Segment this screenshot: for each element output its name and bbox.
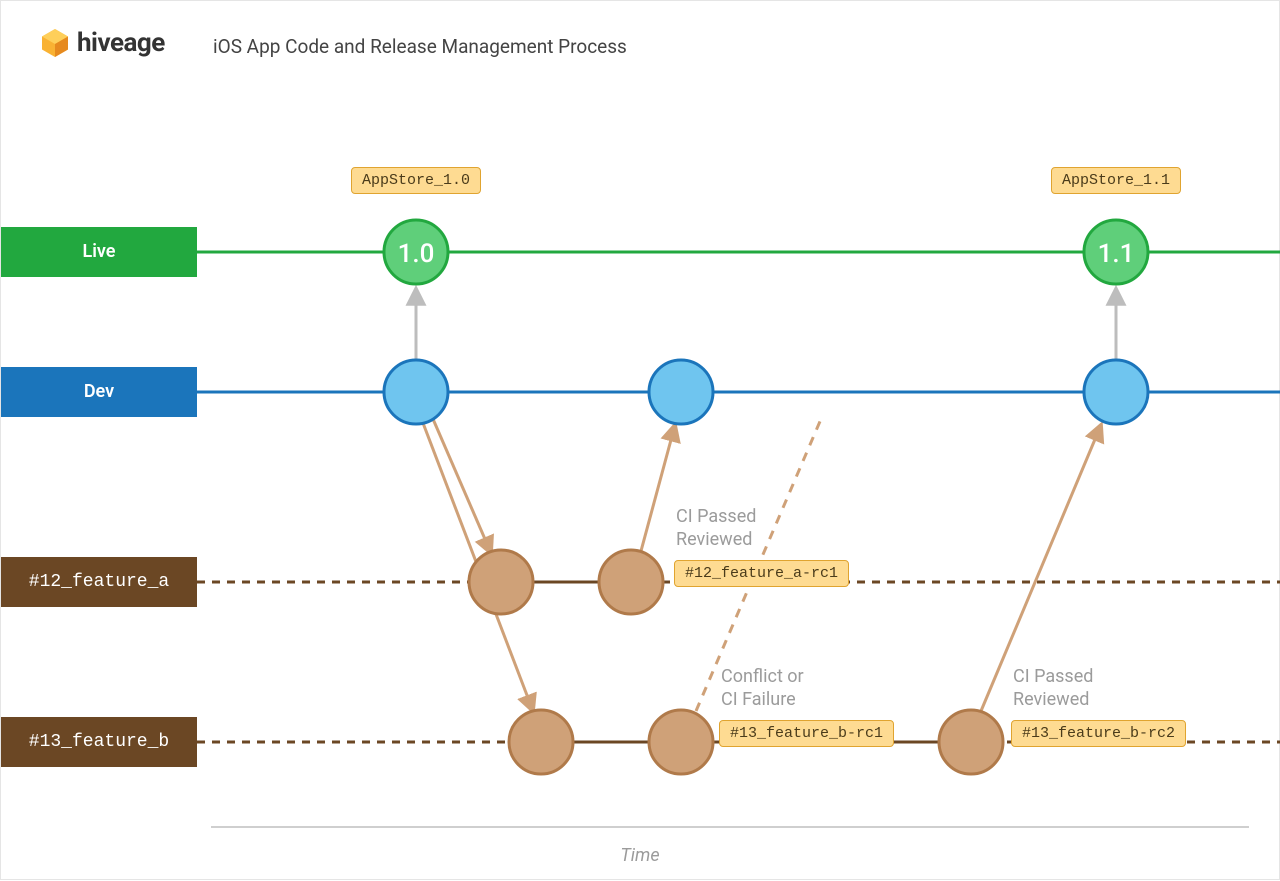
release-node-1-1: 1.1 — [1084, 220, 1148, 284]
tag-feature-b-rc1: #13_feature_b-rc1 — [719, 720, 894, 747]
status-ci-passed-b: CI Passed Reviewed — [1013, 666, 1093, 711]
tag-appstore-10: AppStore_1.0 — [351, 167, 481, 194]
tag-feature-b-rc2: #13_feature_b-rc2 — [1011, 720, 1186, 747]
dev-commit-1 — [384, 360, 448, 424]
lane-label-dev: Dev — [1, 367, 197, 417]
diagram-title: iOS App Code and Release Management Proc… — [213, 35, 627, 58]
feature-a-commit-1 — [469, 550, 533, 614]
svg-text:1.1: 1.1 — [1098, 239, 1135, 269]
brand-name: hiveage — [77, 28, 165, 58]
feature-b-commit-1 — [509, 710, 573, 774]
status-ci-passed-a: CI Passed Reviewed — [676, 506, 756, 551]
tag-feature-a-rc1: #12_feature_a-rc1 — [674, 560, 849, 587]
lane-label-feature-a: #12_feature_a — [1, 557, 197, 607]
brand-logo: hiveage — [39, 27, 165, 59]
feature-b-commit-2 — [649, 710, 713, 774]
svg-text:1.0: 1.0 — [398, 239, 435, 269]
release-node-1-0: 1.0 — [384, 220, 448, 284]
diagram-canvas: hiveage iOS App Code and Release Managem… — [0, 0, 1280, 880]
lane-label-live: Live — [1, 227, 197, 277]
lane-label-feature-b: #13_feature_b — [1, 717, 197, 767]
hexagon-icon — [39, 27, 71, 59]
feature-a-commit-2 — [599, 550, 663, 614]
dev-commit-2 — [649, 360, 713, 424]
tag-appstore-11: AppStore_1.1 — [1051, 167, 1181, 194]
time-axis-line — [211, 826, 1249, 828]
feature-b-commit-3 — [939, 710, 1003, 774]
status-conflict-b: Conflict or CI Failure — [721, 666, 804, 711]
dev-commit-3 — [1084, 360, 1148, 424]
time-axis-label: Time — [1, 845, 1279, 866]
